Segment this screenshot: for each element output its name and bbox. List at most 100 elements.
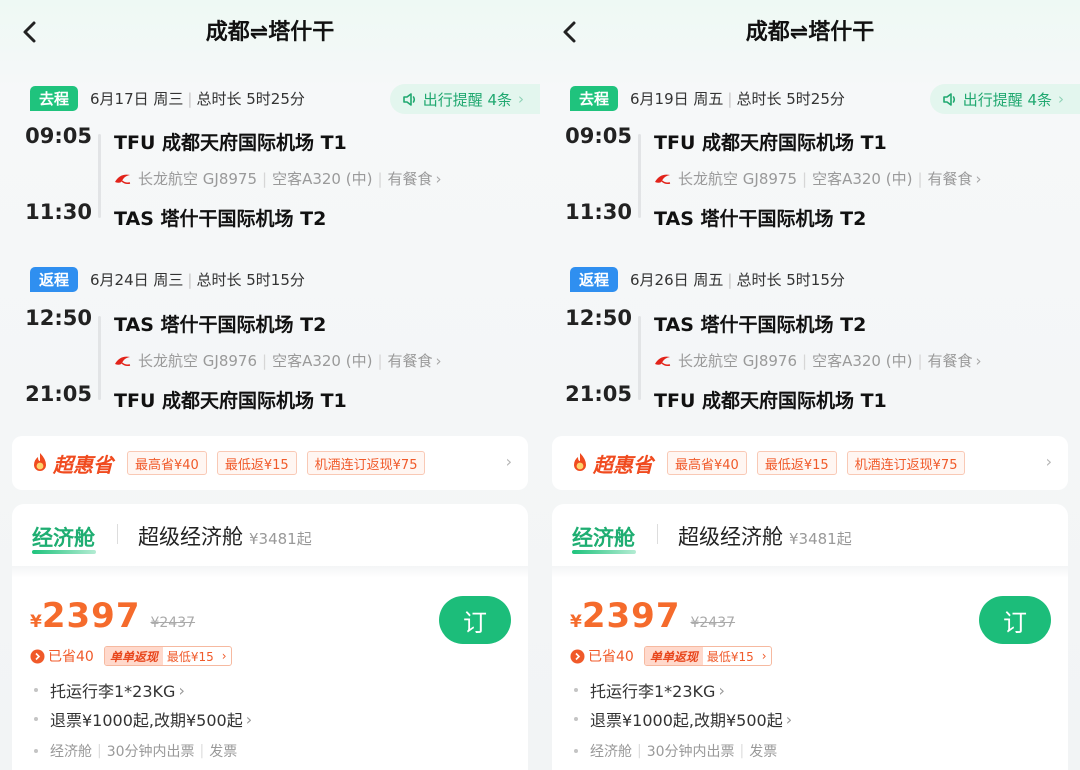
tab-super-economy[interactable]: 超级经济舱 ¥3481起	[678, 521, 852, 551]
header-bar: 成都⇌塔什干	[0, 0, 540, 62]
currency-symbol: ¥	[570, 612, 582, 632]
promo-logo: 超惠省	[570, 449, 653, 478]
inbound-aircraft: 空客A320 (中)	[272, 352, 373, 370]
rebate-tag[interactable]: 单单返现 最低¥15 ›	[103, 646, 232, 666]
outbound-summary: 6月17日 周三 | 总时长 5时25分	[90, 89, 305, 108]
tab-divider	[117, 524, 118, 544]
promo-tag: 机酒连订返现¥75	[846, 451, 966, 475]
chevron-right-icon: ›	[761, 649, 767, 663]
speaker-icon	[402, 92, 415, 106]
ticketing-note: 30分钟内出票	[106, 744, 195, 760]
outbound-airline: 长龙航空 GJ8975	[678, 170, 797, 188]
chevron-right-icon: ›	[518, 90, 524, 108]
promo-tag: 最低返¥15	[216, 451, 297, 475]
outbound-arrival-time: 11:30	[25, 200, 92, 224]
baggage-info[interactable]: 托运行李1*23KG ›	[574, 678, 725, 702]
fare-price: ¥ 2397 ¥2437	[570, 596, 735, 636]
flight-detail-panel: 成都⇌塔什干 去程 6月17日 周三 | 总时长 5时25分 出行提醒 4条 › 0…	[0, 0, 540, 770]
airline-logo-icon	[655, 356, 671, 366]
inbound-duration: 总时长 5时15分	[196, 270, 305, 289]
price-value: 2397	[581, 596, 681, 636]
service-info: 经济舱 | 30分钟内出票 | 发票	[574, 741, 777, 761]
book-button[interactable]: 订	[979, 596, 1051, 644]
inbound-summary: 6月26日 周五 | 总时长 5时15分	[630, 270, 845, 289]
promo-banner[interactable]: 超惠省 最高省¥40 最低返¥15 机酒连订返现¥75 ›	[552, 436, 1068, 490]
outbound-arrival-airport: TAS 塔什干国际机场 T2	[654, 208, 867, 230]
price-value: 2397	[41, 596, 141, 636]
refund-text: 退票¥1000起,改期¥500起	[590, 711, 783, 730]
chevron-right-icon: ›	[221, 649, 227, 663]
cabin-card: 经济舱 超级经济舱 ¥3481起 ¥ 2397 ¥2437 订 已省40 单单返…	[552, 504, 1068, 770]
inbound-flight-info[interactable]: 长龙航空 GJ8976 | 空客A320 (中) | 有餐食 ›	[654, 350, 982, 371]
chevron-right-icon: ›	[718, 680, 725, 700]
tab-super-label: 超级经济舱	[678, 525, 783, 549]
class-note: 经济舱	[590, 744, 632, 760]
inbound-date: 6月24日 周三	[90, 270, 184, 289]
inbound-date: 6月26日 周五	[630, 270, 724, 289]
class-note: 经济舱	[50, 744, 92, 760]
travel-reminder-button[interactable]: 出行提醒 4条 ›	[929, 84, 1080, 114]
promo-logo-text: 超惠省	[53, 452, 113, 477]
flame-coin-icon	[34, 453, 46, 471]
inbound-badge: 返程	[570, 266, 618, 292]
inbound-meal: 有餐食	[927, 352, 973, 370]
outbound-arrival-time: 11:30	[565, 200, 632, 224]
service-info: 经济舱 | 30分钟内出票 | 发票	[34, 741, 237, 761]
refund-text: 退票¥1000起,改期¥500起	[50, 711, 243, 730]
ticketing-note: 30分钟内出票	[646, 744, 735, 760]
currency-symbol: ¥	[30, 612, 42, 632]
refund-info[interactable]: 退票¥1000起,改期¥500起 ›	[574, 707, 792, 731]
baggage-text: 托运行李1*23KG	[50, 682, 176, 701]
baggage-info[interactable]: 托运行李1*23KG ›	[34, 678, 185, 702]
inbound-aircraft: 空客A320 (中)	[812, 352, 913, 370]
chevron-right-icon: ›	[1058, 90, 1064, 108]
refund-info[interactable]: 退票¥1000起,改期¥500起 ›	[34, 707, 252, 731]
outbound-flight-info[interactable]: 长龙航空 GJ8975 | 空客A320 (中) | 有餐食 ›	[114, 168, 442, 189]
saved-amount: 已省40	[588, 649, 634, 665]
tab-economy[interactable]: 经济舱	[572, 522, 635, 552]
page-title: 成都⇌塔什干	[745, 20, 875, 45]
invoice-note: 发票	[209, 744, 238, 760]
travel-reminder-button[interactable]: 出行提醒 4条 ›	[389, 84, 540, 114]
flame-coin-icon	[574, 453, 586, 471]
rebate-tag[interactable]: 单单返现 最低¥15 ›	[643, 646, 772, 666]
saved-amount: 已省40	[48, 649, 94, 665]
chevron-right-icon: ›	[435, 351, 442, 370]
tab-super-economy[interactable]: 超级经济舱 ¥3481起	[138, 521, 312, 551]
chevron-right-icon: ›	[975, 169, 982, 188]
outbound-meal: 有餐食	[387, 170, 433, 188]
outbound-airline: 长龙航空 GJ8975	[138, 170, 257, 188]
tabs-divider-shade	[12, 566, 528, 578]
inbound-departure-time: 12:50	[565, 306, 632, 330]
inbound-arrival-time: 21:05	[565, 382, 632, 406]
inbound-timeline	[638, 316, 641, 400]
outbound-date: 6月19日 周五	[630, 89, 724, 108]
inbound-summary: 6月24日 周三 | 总时长 5时15分	[90, 270, 305, 289]
inbound-duration: 总时长 5时15分	[736, 270, 845, 289]
chevron-right-icon: ›	[178, 680, 185, 700]
book-button[interactable]: 订	[439, 596, 511, 644]
inbound-header: 返程 6月24日 周三 | 总时长 5时15分	[30, 266, 305, 292]
outbound-timeline	[98, 134, 101, 218]
tab-economy[interactable]: 经济舱	[32, 522, 95, 552]
outbound-departure-time: 09:05	[565, 124, 632, 148]
inbound-departure-time: 12:50	[25, 306, 92, 330]
reminder-label: 出行提醒 4条	[422, 90, 512, 109]
inbound-airline: 长龙航空 GJ8976	[678, 352, 797, 370]
promo-logo: 超惠省	[30, 449, 113, 478]
cabin-tabs: 经济舱 超级经济舱 ¥3481起	[552, 504, 1068, 566]
outbound-header: 去程 6月19日 周五 | 总时长 5时25分	[570, 85, 845, 111]
savings-row: 已省40 单单返现 最低¥15 ›	[30, 646, 232, 666]
outbound-flight-info[interactable]: 长龙航空 GJ8975 | 空客A320 (中) | 有餐食 ›	[654, 168, 982, 189]
promo-banner[interactable]: 超惠省 最高省¥40 最低返¥15 机酒连订返现¥75 ›	[12, 436, 528, 490]
inbound-badge: 返程	[30, 266, 78, 292]
tab-active-indicator	[32, 550, 96, 554]
baggage-text: 托运行李1*23KG	[590, 682, 716, 701]
outbound-meal: 有餐食	[927, 170, 973, 188]
inbound-timeline	[98, 316, 101, 400]
inbound-flight-info[interactable]: 长龙航空 GJ8976 | 空客A320 (中) | 有餐食 ›	[114, 350, 442, 371]
chevron-right-icon: ›	[435, 169, 442, 188]
tab-divider	[657, 524, 658, 544]
tab-super-price: ¥3481起	[789, 530, 852, 548]
original-price: ¥2437	[690, 615, 736, 631]
